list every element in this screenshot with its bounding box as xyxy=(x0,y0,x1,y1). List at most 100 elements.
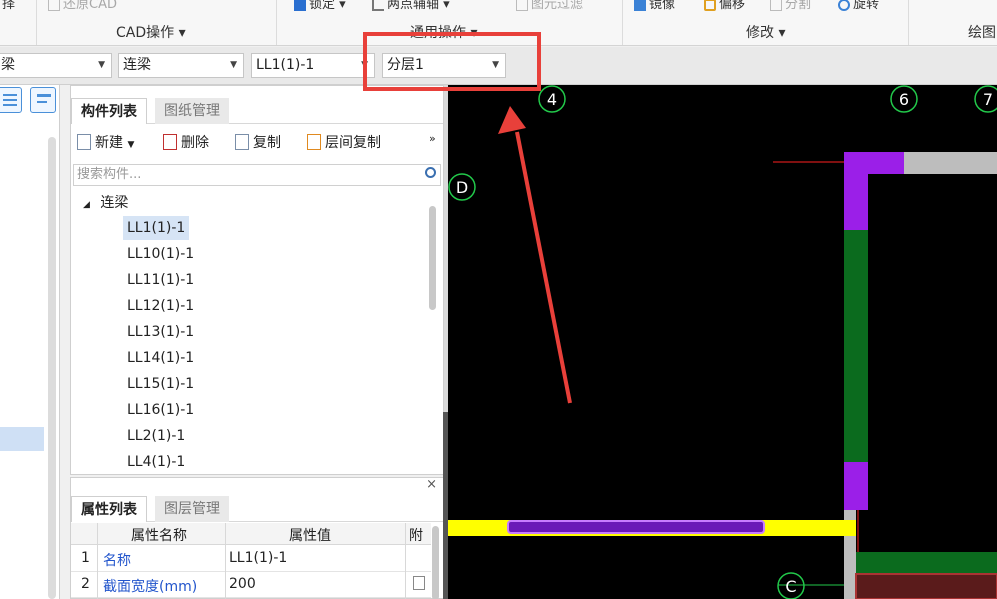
column-divider xyxy=(225,523,226,599)
axis-label: 4 xyxy=(547,90,557,109)
card-icon xyxy=(37,94,51,97)
chevron-down-icon: ▼ xyxy=(98,60,105,70)
column-divider xyxy=(97,523,98,599)
lock-icon xyxy=(294,0,306,11)
delete-component-label: 删除 xyxy=(181,135,209,151)
component-list-scrollbar[interactable] xyxy=(429,206,436,310)
component-list-panel: 构件列表 图纸管理 新建 ▼ 删除 复制 层间复制 » 搜索构件... ◢ 连梁… xyxy=(70,85,444,475)
wall-green[interactable] xyxy=(856,552,997,574)
collapse-triangle-icon[interactable]: ◢ xyxy=(83,200,90,210)
element-type-combo[interactable]: 梁 ▼ xyxy=(0,53,112,78)
ribbon-restore-cad-button[interactable]: 还原CAD xyxy=(48,0,117,12)
component-item[interactable]: LL2(1)-1 xyxy=(123,424,189,448)
axis-marker-7[interactable]: 7 xyxy=(974,85,997,113)
component-item[interactable]: LL15(1)-1 xyxy=(123,372,198,396)
beam-purple-selected[interactable] xyxy=(507,520,765,534)
axis-marker-c[interactable]: C xyxy=(777,572,805,599)
column-purple[interactable] xyxy=(844,152,868,230)
tab-component-list[interactable]: 构件列表 xyxy=(71,98,147,124)
axis-icon xyxy=(372,0,384,11)
property-value[interactable]: 200 xyxy=(229,576,256,592)
list-icon xyxy=(3,94,17,96)
ribbon-separator xyxy=(622,0,623,45)
ribbon-separator xyxy=(908,0,909,45)
property-row[interactable]: 2 截面宽度(mm) 200 xyxy=(71,572,431,598)
rotate-icon xyxy=(838,0,850,11)
ribbon-group-draw[interactable]: 绘图 xyxy=(968,22,996,42)
copy-component-button[interactable]: 复制 xyxy=(235,132,281,152)
header-extra: 附 xyxy=(409,528,423,544)
tab-property-list[interactable]: 属性列表 xyxy=(71,496,147,522)
card-view-button[interactable] xyxy=(30,87,56,113)
ribbon-group-cad-operations[interactable]: CAD操作 ▾ xyxy=(116,22,186,42)
axis-marker-6[interactable]: 6 xyxy=(890,85,918,113)
component-item[interactable]: LL1(1)-1 xyxy=(123,216,190,240)
ribbon-offset-button[interactable]: 偏移 xyxy=(704,0,745,12)
ribbon-split-button[interactable]: 分割 xyxy=(770,0,811,12)
ribbon-lock-button[interactable]: 锁定 ▾ xyxy=(294,0,346,12)
wall-green[interactable] xyxy=(844,230,868,462)
list-view-button[interactable] xyxy=(0,87,22,113)
component-item[interactable]: LL11(1)-1 xyxy=(123,268,198,292)
axis-marker-4[interactable]: 4 xyxy=(538,85,566,113)
selected-nav-item[interactable] xyxy=(0,427,44,451)
component-item[interactable]: LL16(1)-1 xyxy=(123,398,198,422)
ribbon-select-button[interactable]: 择 xyxy=(2,0,15,12)
property-panel-tabs: 属性列表 图层管理 xyxy=(71,496,443,522)
floor-copy-label: 层间复制 xyxy=(325,135,381,151)
list-icon-line xyxy=(3,104,17,106)
card-icon-line xyxy=(37,101,47,103)
ribbon-element-filter-button[interactable]: 图元过滤 xyxy=(516,0,583,12)
left-navigation-panel xyxy=(0,85,60,599)
element-category-combo[interactable]: 连梁 ▼ xyxy=(118,53,244,78)
tree-node-coupling-beam[interactable]: ◢ 连梁 xyxy=(83,192,128,212)
component-search-input[interactable]: 搜索构件... xyxy=(73,164,441,186)
list-icon-line xyxy=(3,99,17,101)
delete-icon xyxy=(163,134,177,150)
search-icon[interactable] xyxy=(425,167,436,178)
ribbon-rotate-button[interactable]: 旋转 xyxy=(838,0,879,12)
column-purple[interactable] xyxy=(844,462,868,510)
more-tools-button[interactable]: » xyxy=(429,132,436,145)
tree-node-label: 连梁 xyxy=(100,195,129,211)
axis-label: D xyxy=(456,178,468,197)
component-item[interactable]: LL4(1)-1 xyxy=(123,450,189,474)
element-name-combo[interactable]: LL1(1)-1 ▼ xyxy=(251,53,375,78)
header-property-value: 属性值 xyxy=(289,528,331,544)
component-item[interactable]: LL12(1)-1 xyxy=(123,294,198,318)
row-index: 2 xyxy=(81,576,90,592)
new-component-label: 新建 xyxy=(95,135,123,151)
ribbon-separator xyxy=(276,0,277,45)
axis-label: 7 xyxy=(983,90,993,109)
tab-layer-management[interactable]: 图层管理 xyxy=(155,496,229,522)
delete-component-button[interactable]: 删除 xyxy=(163,132,209,152)
column-divider xyxy=(405,523,406,599)
left-panel-scrollbar[interactable] xyxy=(48,137,56,599)
filter-icon xyxy=(516,0,528,11)
cad-drawing-canvas[interactable]: 4 6 7 D C xyxy=(448,85,997,599)
close-icon[interactable]: × xyxy=(426,477,437,492)
chevron-down-icon: ▼ xyxy=(127,140,135,150)
property-row[interactable]: 1 名称 LL1(1)-1 xyxy=(71,546,431,572)
component-item[interactable]: LL10(1)-1 xyxy=(123,242,198,266)
new-component-button[interactable]: 新建 ▼ xyxy=(77,132,134,152)
axis-marker-d[interactable]: D xyxy=(448,173,476,201)
property-panel-scrollbar[interactable] xyxy=(432,526,439,599)
wall-brown[interactable] xyxy=(855,573,997,599)
tab-drawing-management[interactable]: 图纸管理 xyxy=(155,98,229,124)
element-category-value: 连梁 xyxy=(123,57,151,73)
ribbon-separator xyxy=(36,0,37,45)
ribbon-group-modify[interactable]: 修改 ▾ xyxy=(746,22,785,42)
floor-copy-button[interactable]: 层间复制 xyxy=(307,132,381,152)
component-item[interactable]: LL13(1)-1 xyxy=(123,320,198,344)
attach-checkbox[interactable] xyxy=(413,576,425,590)
chevron-down-icon: ▼ xyxy=(230,60,237,70)
room-interior xyxy=(868,174,997,599)
floor-copy-icon xyxy=(307,134,321,150)
property-value[interactable]: LL1(1)-1 xyxy=(229,550,287,566)
ribbon-two-point-axis-button[interactable]: 两点辅轴 ▾ xyxy=(372,0,450,12)
ribbon-mirror-button[interactable]: 镜像 xyxy=(634,0,675,12)
restore-icon xyxy=(48,0,60,11)
component-item[interactable]: LL14(1)-1 xyxy=(123,346,198,370)
component-panel-tabs: 构件列表 图纸管理 xyxy=(71,98,443,124)
